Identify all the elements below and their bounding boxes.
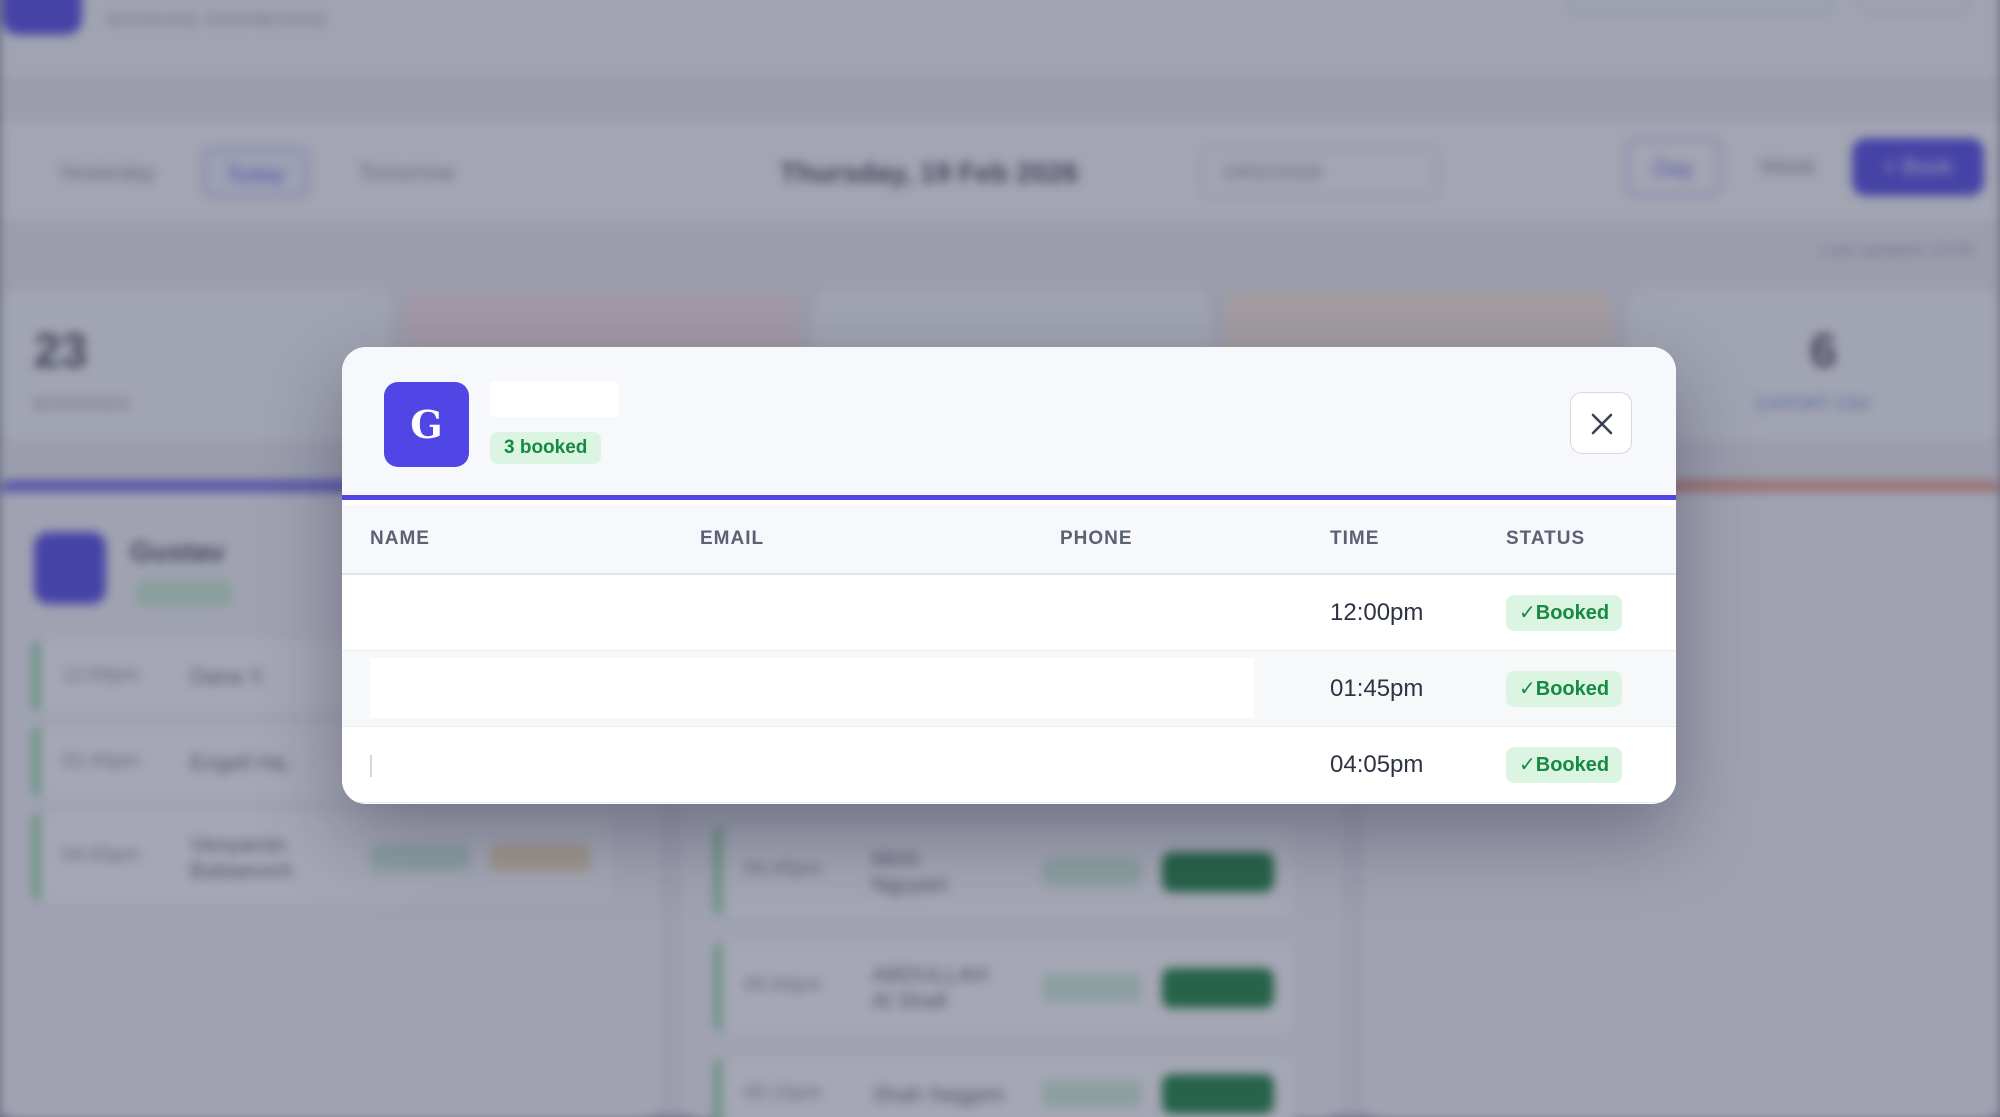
table-row[interactable]: 04:05pm ✓Booked [342, 727, 1676, 803]
status-badge: ✓Booked [1506, 671, 1623, 707]
column-header-phone: PHONE [1060, 528, 1133, 549]
redacted-block [370, 658, 1254, 718]
modal-title [490, 381, 618, 417]
column-header-status: STATUS [1506, 528, 1586, 549]
cell-time: 12:00pm [1330, 599, 1424, 626]
status-badge: ✓Booked [1506, 747, 1623, 783]
status-badge: ✓Booked [1506, 595, 1623, 631]
cell-time: 01:45pm [1330, 675, 1424, 702]
table-row[interactable]: 12:00pm ✓Booked [342, 575, 1676, 651]
table-header: NAME EMAIL PHONE TIME STATUS [342, 505, 1676, 575]
column-header-time: TIME [1330, 528, 1380, 549]
cell-time: 04:05pm [1330, 751, 1424, 778]
bookings-table: NAME EMAIL PHONE TIME STATUS 12:00pm ✓Bo… [342, 505, 1676, 803]
avatar: G [384, 382, 469, 467]
booked-count-badge: 3 booked [490, 432, 602, 464]
close-icon [1591, 413, 1613, 435]
bookings-modal: G 3 booked NAME EMAIL PHONE TIME STATUS … [342, 347, 1676, 804]
column-header-name: NAME [370, 528, 430, 549]
close-button[interactable] [1570, 392, 1632, 454]
text-cursor-mark [370, 755, 372, 777]
table-row[interactable]: 01:45pm ✓Booked [342, 651, 1676, 727]
modal-header: G 3 booked [342, 347, 1676, 500]
column-header-email: EMAIL [700, 528, 765, 549]
